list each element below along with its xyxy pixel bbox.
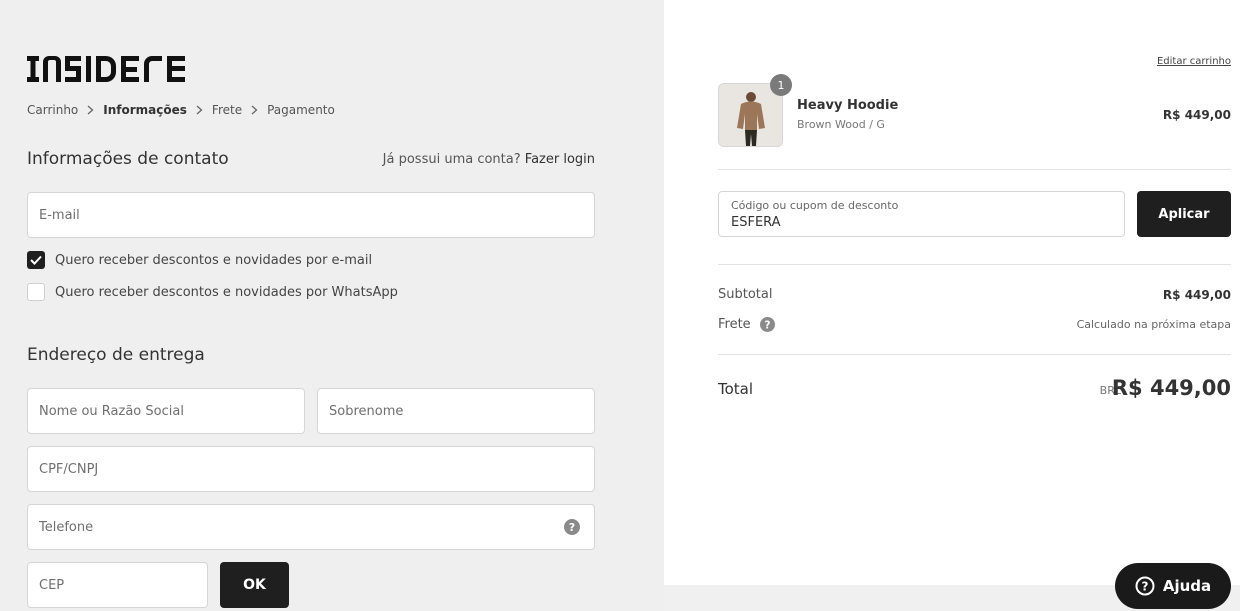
svg-text:?: ? xyxy=(569,521,575,534)
divider xyxy=(718,169,1231,170)
question-circle-icon[interactable]: ? xyxy=(564,519,580,535)
subtotal-value: R$ 449,00 xyxy=(1162,288,1231,302)
contact-section-title: Informações de contato xyxy=(27,149,229,169)
chevron-right-icon xyxy=(196,105,203,115)
coupon-field[interactable]: Código ou cupom de desconto ESFERA xyxy=(718,191,1125,237)
subtotal-label: Subtotal xyxy=(718,287,773,302)
cep-ok-button[interactable]: OK xyxy=(220,562,289,608)
breadcrumb-pagamento: Pagamento xyxy=(267,103,335,117)
quantity-badge: 1 xyxy=(770,74,792,96)
breadcrumb-informacoes: Informações xyxy=(103,103,187,117)
svg-text:?: ? xyxy=(1141,580,1148,594)
document-input[interactable] xyxy=(28,447,594,491)
divider xyxy=(718,354,1231,355)
phone-input[interactable] xyxy=(28,505,594,549)
edit-cart-link[interactable]: Editar carrinho xyxy=(1157,56,1231,67)
first-name-field[interactable] xyxy=(27,388,305,434)
opt-in-email-label: Quero receber descontos e novidades por … xyxy=(55,252,373,268)
login-prompt: Já possui uma conta? Fazer login xyxy=(383,152,595,167)
insider-logo[interactable] xyxy=(27,52,187,84)
opt-in-email-row[interactable]: Quero receber descontos e novidades por … xyxy=(27,251,372,269)
help-button-label: Ajuda xyxy=(1162,577,1212,595)
shipping-row-label: Frete ? xyxy=(718,317,775,332)
document-field[interactable] xyxy=(27,446,595,492)
product-name: Heavy Hoodie xyxy=(797,98,899,113)
checkout-form-panel: Carrinho Informações Frete Pagamento Inf… xyxy=(0,0,664,611)
email-field[interactable] xyxy=(27,192,595,238)
order-summary-panel: Editar carrinho 1 Heavy Hoodie Brown Woo… xyxy=(664,0,1240,585)
breadcrumb-frete: Frete xyxy=(211,103,243,117)
coupon-input-value[interactable]: ESFERA xyxy=(731,215,781,230)
question-circle-icon: ? xyxy=(1135,576,1155,596)
shipping-label: Frete xyxy=(718,317,751,332)
opt-in-whatsapp-label: Quero receber descontos e novidades por … xyxy=(55,284,398,300)
divider xyxy=(718,264,1231,265)
coupon-field-label: Código ou cupom de desconto xyxy=(731,199,899,212)
breadcrumb-carrinho[interactable]: Carrinho xyxy=(27,103,78,117)
login-prompt-text: Já possui uma conta? xyxy=(382,152,521,167)
svg-text:?: ? xyxy=(764,319,770,331)
apply-coupon-button[interactable]: Aplicar xyxy=(1137,191,1231,237)
last-name-field[interactable] xyxy=(317,388,595,434)
shipping-section-title: Endereço de entrega xyxy=(27,345,205,365)
question-circle-icon[interactable]: ? xyxy=(759,317,775,332)
product-price: R$ 449,00 xyxy=(1162,108,1231,122)
phone-field[interactable]: ? xyxy=(27,504,595,550)
total-label: Total xyxy=(718,380,754,398)
total-value: R$ 449,00 xyxy=(1111,376,1231,400)
last-name-input[interactable] xyxy=(318,389,594,433)
chevron-right-icon xyxy=(87,105,94,115)
product-variant: Brown Wood / G xyxy=(797,118,885,131)
cep-input[interactable] xyxy=(28,563,207,607)
opt-in-whatsapp-checkbox[interactable] xyxy=(27,283,45,301)
check-icon xyxy=(30,255,42,265)
opt-in-whatsapp-row[interactable]: Quero receber descontos e novidades por … xyxy=(27,283,398,301)
login-link[interactable]: Fazer login xyxy=(525,152,595,167)
cep-field[interactable] xyxy=(27,562,208,608)
help-button[interactable]: ? Ajuda xyxy=(1115,563,1231,609)
opt-in-email-checkbox[interactable] xyxy=(27,251,45,269)
breadcrumb: Carrinho Informações Frete Pagamento xyxy=(27,103,335,117)
first-name-input[interactable] xyxy=(28,389,304,433)
email-input[interactable] xyxy=(28,193,594,237)
chevron-right-icon xyxy=(251,105,258,115)
shipping-value: Calculado na próxima etapa xyxy=(1076,318,1231,331)
